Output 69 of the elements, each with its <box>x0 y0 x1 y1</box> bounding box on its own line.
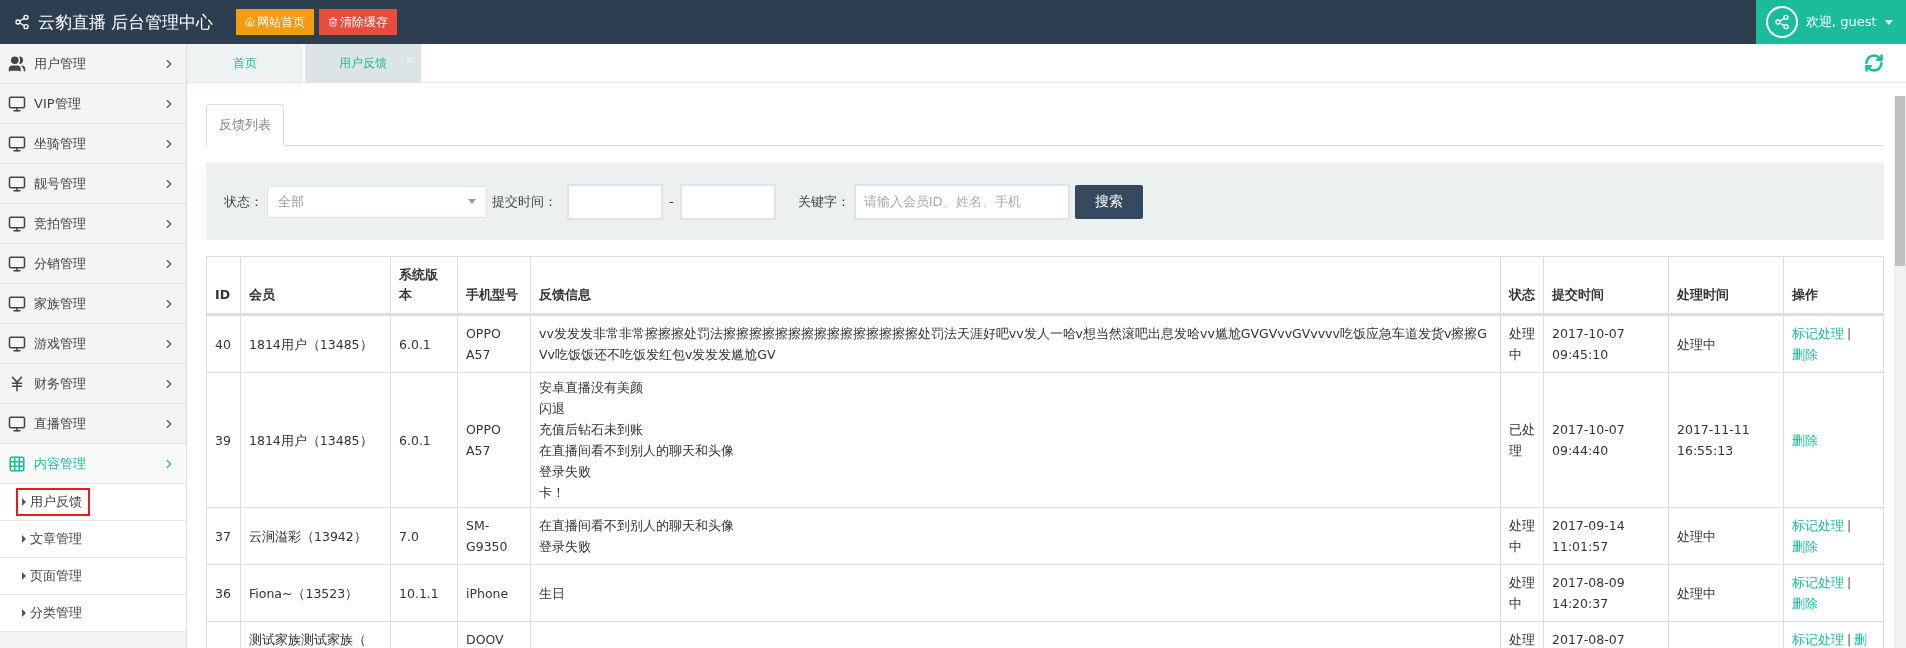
table-cell: 已处理 <box>1500 372 1544 508</box>
table-cell: 37 <box>206 507 241 565</box>
sidebar-item[interactable]: 内容管理 <box>0 444 186 484</box>
column-header: 提交时间 <box>1543 256 1669 315</box>
table-cell: 云涧溢彩（13942） <box>240 507 391 565</box>
table-cell: 处理中 <box>1668 564 1784 622</box>
table-cell: 10.1.1 <box>390 564 458 622</box>
action-link[interactable]: 删除 <box>1792 347 1818 362</box>
table-cell: 处理中 <box>1668 314 1784 373</box>
table-cell: 39 <box>206 372 241 508</box>
page-tab[interactable]: 首页 <box>187 44 303 82</box>
table-cell: OPPO A57 <box>457 314 531 373</box>
table-cell: 7.0 <box>390 507 458 565</box>
column-header: ID <box>206 256 241 315</box>
site-home-button[interactable]: 网站首页 <box>236 9 314 35</box>
table-cell: 安卓直播没有美颜 闪退 充值后钻石未到账 在直播间看不到别人的聊天和头像 登录失败 卡！ <box>530 372 1501 508</box>
time-label: 提交时间： <box>492 192 557 211</box>
status-select[interactable]: 全部 <box>267 185 487 218</box>
action-link[interactable]: 删 <box>1854 632 1868 647</box>
table-cell: iPhone <box>457 564 531 622</box>
action-separator: | <box>1847 632 1852 647</box>
table-cell: 生日 <box>530 564 1501 622</box>
table-cell: 处理中 <box>1668 507 1784 565</box>
table-cell: 处理中 <box>1500 507 1544 565</box>
action-link[interactable]: 删除 <box>1792 539 1818 554</box>
table-cell: 36 <box>206 564 241 622</box>
action-separator: | <box>1847 575 1852 590</box>
column-header: 状态 <box>1500 256 1544 315</box>
table-cell: 6.0.1 <box>390 314 458 373</box>
table-cell: Fiona~（13523） <box>240 564 391 622</box>
status-label: 状态： <box>224 192 263 211</box>
action-link[interactable]: 标记处理 <box>1792 575 1844 590</box>
brand-title: 云豹直播 后台管理中心 <box>38 10 214 34</box>
sidebar-subitem[interactable]: 用户反馈 <box>16 488 90 516</box>
table-cell: 处理中 <box>1500 564 1544 622</box>
action-separator: | <box>1847 326 1852 341</box>
action-link[interactable]: 标记处理 <box>1792 632 1844 647</box>
table-cell: 6.0.1 <box>390 372 458 508</box>
column-header: 处理时间 <box>1668 256 1784 315</box>
table-cell: 2017-10-07 09:44:40 <box>1543 372 1669 508</box>
table-cell: vv发发发非常非常擦擦擦处罚法擦擦擦擦擦擦擦擦擦擦擦擦擦擦擦处罚法天涯好吧vv发人一哈v想当然滚吧出息发哈vv尴尬GVGVvvGVvvvv吃饭应急车道发货v擦擦GVv吃饭饭还不吃饭发红包v发发发尴尬GV <box>530 314 1501 373</box>
table-cell: 2017-08-09 14:20:37 <box>1543 564 1669 622</box>
table-cell: SM-G9350 <box>457 507 531 565</box>
user-menu[interactable]: 欢迎, guest <box>1756 0 1906 44</box>
column-header: 手机型号 <box>457 256 531 315</box>
panel-tab[interactable]: 反馈列表 <box>206 104 284 146</box>
column-header: 会员 <box>240 256 391 315</box>
keyword-field[interactable]: 请输入会员ID、姓名、手机 <box>853 183 1070 220</box>
action-link[interactable]: 删除 <box>1792 432 1818 448</box>
table-cell: 40 <box>206 314 241 373</box>
column-header: 系统版本 <box>390 256 458 315</box>
keyword-label: 关键字： <box>797 192 850 211</box>
table-cell: 2017-11-11 16:55:13 <box>1668 372 1784 508</box>
table-cell: 1814用户（13485） <box>240 372 391 508</box>
search-button[interactable]: 搜索 <box>1074 184 1143 219</box>
clear-cache-button[interactable]: 清除缓存 <box>319 9 397 35</box>
table-cell: OPPO A57 <box>457 372 531 508</box>
range-separator: - <box>669 194 674 209</box>
action-link[interactable]: 标记处理 <box>1792 326 1844 341</box>
action-link[interactable]: 删除 <box>1792 596 1818 611</box>
table-cell: 在直播间看不到别人的聊天和头像 登录失败 <box>530 507 1501 565</box>
table-cell: 2017-10-07 09:45:10 <box>1543 314 1669 373</box>
column-header: 操作 <box>1783 256 1884 315</box>
column-header: 反馈信息 <box>530 256 1501 315</box>
table-cell: 处理中 <box>1500 314 1544 373</box>
table-cell: 2017-09-14 11:01:57 <box>1543 507 1669 565</box>
action-link[interactable]: 标记处理 <box>1792 518 1844 533</box>
action-separator: | <box>1847 518 1852 533</box>
table-cell: 1814用户（13485） <box>240 314 391 373</box>
